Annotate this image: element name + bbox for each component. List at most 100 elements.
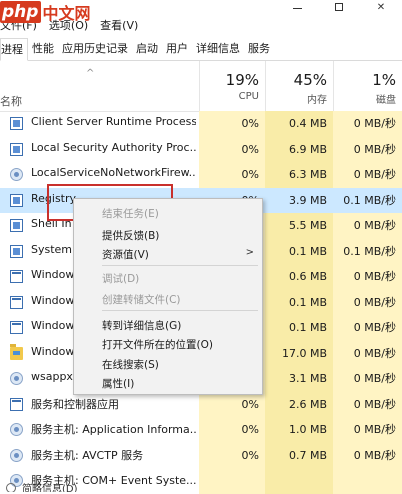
table-row[interactable]: 服务主机: Application Informa... 0% 1.0 MB 0…: [0, 417, 402, 443]
process-name: 服务主机: Application Informa...: [31, 423, 196, 436]
footer-bar: 简略信息(D): [0, 482, 402, 492]
cpu-cell: 0%: [199, 391, 265, 417]
tab-performance[interactable]: 性能: [28, 38, 58, 60]
maximize-icon: [335, 3, 343, 11]
table-row[interactable]: Client Server Runtime Process 0% 0.4 MB …: [0, 111, 402, 137]
table-row[interactable]: 服务和控制器应用 0% 2.6 MB 0 MB/秒: [0, 391, 402, 417]
cpu-cell: 0%: [199, 111, 265, 137]
disk-cell: 0 MB/秒: [333, 417, 402, 443]
logo-suffix: 中文网: [42, 4, 91, 23]
menu-item-create-dump[interactable]: 创建转储文件(C): [102, 292, 181, 307]
disk-cell: 0 MB/秒: [333, 289, 402, 315]
gear-icon: [10, 168, 23, 181]
memory-cell: 6.3 MB: [265, 162, 333, 188]
tab-details[interactable]: 详细信息: [192, 38, 244, 60]
memory-cell: 2.6 MB: [265, 391, 333, 417]
memory-cell: 0.1 MB: [265, 289, 333, 315]
tab-users[interactable]: 用户: [162, 38, 192, 60]
column-header-name[interactable]: ^ 名称: [0, 61, 198, 111]
chevron-up-icon: [6, 483, 16, 492]
maximize-button[interactable]: [318, 0, 360, 14]
gear-icon: [10, 423, 23, 436]
column-header-row: ^ 名称 19% CPU 45% 内存 1% 磁盘: [0, 61, 402, 112]
memory-cell: 0.4 MB: [265, 111, 333, 137]
memory-cell: 0.1 MB: [265, 315, 333, 341]
column-header-cpu[interactable]: 19% CPU: [199, 61, 265, 111]
memory-total-percent: 45%: [293, 71, 327, 89]
disk-cell: 0 MB/秒: [333, 442, 402, 468]
memory-cell: 0.1 MB: [265, 238, 333, 264]
fewer-details-link[interactable]: 简略信息(D): [22, 482, 78, 492]
tab-app-history[interactable]: 应用历史记录: [58, 38, 132, 60]
menu-item-open-file-location[interactable]: 打开文件所在的位置(O): [102, 337, 213, 352]
process-icon: [10, 193, 23, 207]
menu-item-go-to-details[interactable]: 转到详细信息(G): [102, 318, 181, 333]
memory-cell: 17.0 MB: [265, 340, 333, 366]
sort-arrow-icon: ^: [86, 68, 95, 79]
disk-cell: 0.1 MB/秒: [333, 187, 402, 213]
menu-item-properties[interactable]: 属性(I): [102, 376, 134, 391]
memory-cell: 1.0 MB: [265, 417, 333, 443]
chevron-right-icon: >: [245, 247, 254, 258]
disk-cell: 0 MB/秒: [333, 162, 402, 188]
tab-processes[interactable]: 进程: [0, 38, 28, 61]
disk-cell: 0 MB/秒: [333, 264, 402, 290]
context-menu: 结束任务(E) 提供反馈(B) 资源值(V) > 调试(D) 创建转储文件(C)…: [73, 198, 263, 395]
memory-cell: 3.1 MB: [265, 366, 333, 392]
menu-view[interactable]: 查看(V): [94, 17, 144, 33]
menu-item-end-task[interactable]: 结束任务(E): [102, 206, 159, 221]
minimize-button[interactable]: [276, 0, 318, 14]
process-icon: [10, 117, 23, 130]
menu-item-resource-values[interactable]: 资源值(V): [102, 247, 149, 262]
disk-cell: 0.1 MB/秒: [333, 238, 402, 264]
disk-total-percent: 1%: [372, 71, 396, 89]
process-name: Local Security Authority Proc...: [31, 140, 196, 154]
process-name: Client Server Runtime Process: [31, 115, 196, 128]
process-icon: [10, 219, 23, 232]
process-name: LocalServiceNoNetworkFirew...: [31, 166, 196, 179]
window-icon: [10, 397, 23, 411]
close-button[interactable]: ✕: [360, 0, 402, 14]
gear-icon: [10, 372, 23, 385]
disk-cell: 0 MB/秒: [333, 391, 402, 417]
column-header-name-label: 名称: [0, 95, 22, 108]
disk-cell: 0 MB/秒: [333, 366, 402, 392]
cpu-column-label: CPU: [238, 91, 259, 102]
menu-item-feedback[interactable]: 提供反馈(B): [102, 228, 159, 243]
disk-cell: 0 MB/秒: [333, 213, 402, 239]
disk-cell: 0 MB/秒: [333, 136, 402, 162]
disk-cell: 0 MB/秒: [333, 315, 402, 341]
memory-column-label: 内存: [307, 95, 327, 106]
gear-icon: [10, 448, 23, 462]
menu-item-debug[interactable]: 调试(D): [102, 271, 139, 286]
cpu-cell: 0%: [199, 442, 265, 468]
memory-cell: 0.7 MB: [265, 442, 333, 468]
process-icon: [10, 142, 23, 156]
disk-cell: 0 MB/秒: [333, 111, 402, 137]
column-header-memory[interactable]: 45% 内存: [265, 61, 333, 111]
memory-cell: 3.9 MB: [265, 187, 333, 213]
site-logo: php 中文网: [0, 0, 90, 24]
close-icon: ✕: [376, 1, 386, 13]
disk-cell: 0 MB/秒: [333, 340, 402, 366]
cpu-total-percent: 19%: [225, 71, 259, 89]
memory-cell: 6.9 MB: [265, 136, 333, 162]
menu-separator: [102, 265, 258, 266]
window-icon: [10, 270, 23, 283]
window-icon: [10, 321, 23, 334]
tab-services[interactable]: 服务: [244, 38, 274, 60]
cpu-cell: 0%: [199, 136, 265, 162]
cpu-cell: 0%: [199, 162, 265, 188]
memory-cell: 5.5 MB: [265, 213, 333, 239]
disk-column-label: 磁盘: [376, 95, 396, 106]
tab-strip: 进程 性能 应用历史记录 启动 用户 详细信息 服务: [0, 38, 402, 61]
process-name: 服务主机: AVCTP 服务: [31, 448, 144, 462]
table-row[interactable]: Local Security Authority Proc... 0% 6.9 …: [0, 136, 402, 162]
menu-item-search-online[interactable]: 在线搜索(S): [102, 357, 159, 372]
menu-separator: [102, 310, 258, 311]
tab-startup[interactable]: 启动: [132, 38, 162, 60]
column-header-disk[interactable]: 1% 磁盘: [333, 61, 402, 111]
table-row[interactable]: 服务主机: AVCTP 服务 0% 0.7 MB 0 MB/秒: [0, 442, 402, 468]
window-icon: [10, 295, 23, 309]
folder-icon: [10, 343, 23, 360]
